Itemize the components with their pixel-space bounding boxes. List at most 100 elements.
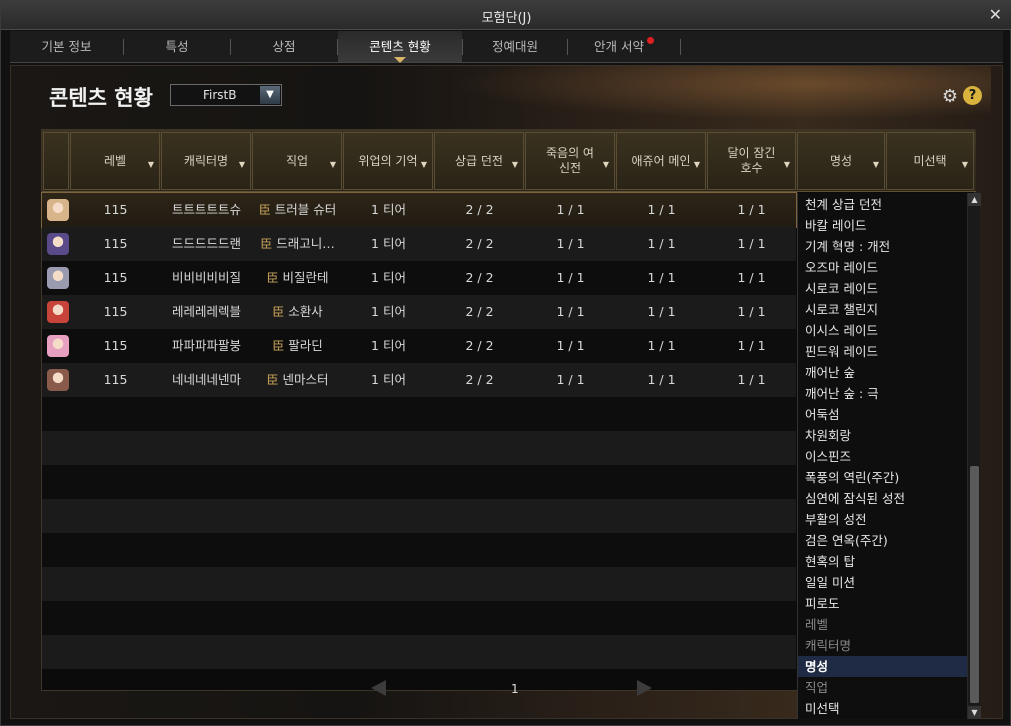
tab-fog-oath[interactable]: 안개 서약 xyxy=(568,31,680,62)
cell-azure-main: 1 / 1 xyxy=(647,270,676,285)
cell-memory: 1 티어 xyxy=(371,372,406,387)
cell-goddess-temple: 1 / 1 xyxy=(556,372,585,387)
table-row[interactable]: 115 트트트트트슈 ⾂ 트러블 슈터 1 티어 2 / 2 1 / 1 1 / 1 1 / 1 xyxy=(41,192,797,228)
cell-goddess-temple: 1 / 1 xyxy=(556,236,585,251)
dropdown-scrollbar[interactable]: ▲ ▼ xyxy=(967,193,981,719)
dropdown-item[interactable]: 심연에 잠식된 성전 xyxy=(798,488,968,509)
dropdown-item[interactable]: 명성 xyxy=(798,656,968,677)
cell-character-name: 트트트트트슈 xyxy=(171,202,241,217)
dropdown-item[interactable]: 핀드워 레이드 xyxy=(798,341,968,362)
dropdown-item[interactable]: 레벨 xyxy=(798,614,968,635)
column-dropdown-list[interactable]: 천계 상급 던전 바칼 레이드 기계 혁명 : 개전 오즈마 레이드 시로코 레이드 시로… xyxy=(797,193,968,719)
col-advanced-dungeon-label: 상급 던전 xyxy=(455,153,503,168)
tab-shop[interactable]: 상점 xyxy=(231,31,337,62)
dropdown-item[interactable]: 차원회랑 xyxy=(798,425,968,446)
col-goddess-temple[interactable]: 죽음의 여신전 ▼ xyxy=(525,132,615,190)
job-label: 트러블 슈터 xyxy=(274,202,337,217)
dropdown-item[interactable]: 부활의 성전 xyxy=(798,509,968,530)
table-row[interactable]: 115 비비비비비질 ⾂ 비질란테 1 티어 2 / 2 1 / 1 1 / 1 1 / 1 xyxy=(42,261,796,295)
tab-traits[interactable]: 특성 xyxy=(124,31,230,62)
next-page-icon[interactable] xyxy=(637,680,652,696)
col-memory-label: 위업의 기억 xyxy=(358,153,418,168)
dropdown-item[interactable]: 시로코 레이드 xyxy=(798,278,968,299)
col-fame[interactable]: 명성 ▼ xyxy=(797,132,885,190)
dropdown-item[interactable]: 피로도 xyxy=(798,593,968,614)
dropdown-item[interactable]: 미선택 xyxy=(798,698,968,719)
dropdown-item[interactable]: 천계 상급 던전 xyxy=(798,194,968,215)
cell-goddess-temple: 1 / 1 xyxy=(556,202,585,217)
cell-job: ⾂ 소환사 xyxy=(252,295,343,329)
cell-goddess-temple: 1 / 1 xyxy=(556,304,585,319)
table-row xyxy=(42,465,796,499)
scroll-down-icon[interactable]: ▼ xyxy=(968,706,981,719)
prev-page-icon[interactable] xyxy=(371,680,386,696)
chevron-down-icon: ▼ xyxy=(511,160,518,169)
cell-advanced-dungeon: 2 / 2 xyxy=(465,372,494,387)
scroll-up-icon[interactable]: ▲ xyxy=(968,193,981,206)
col-job[interactable]: 직업 ▼ xyxy=(252,132,342,190)
character-select[interactable]: FirstB ▼ xyxy=(170,84,282,106)
table-row xyxy=(42,431,796,465)
col-azure-main[interactable]: 애쥬어 메인 ▼ xyxy=(616,132,706,190)
avatar xyxy=(47,199,69,221)
cell-advanced-dungeon: 2 / 2 xyxy=(465,202,494,217)
chevron-down-icon: ▼ xyxy=(238,160,245,169)
col-character-name[interactable]: 캐릭터명 ▼ xyxy=(161,132,251,190)
dropdown-item[interactable]: 현혹의 탑 xyxy=(798,551,968,572)
avatar xyxy=(47,335,69,357)
close-icon[interactable]: ✕ xyxy=(989,5,1002,24)
tab-content-status[interactable]: 콘텐츠 현황 xyxy=(338,31,462,63)
table-row[interactable]: 115 레레레레렉블 ⾂ 소환사 1 티어 2 / 2 1 / 1 1 / 1 1 / 1 xyxy=(42,295,796,329)
table-row[interactable]: 115 파파파파팔붕 ⾂ 팔라딘 1 티어 2 / 2 1 / 1 1 / 1 1 / 1 xyxy=(42,329,796,363)
gear-icon[interactable]: ⚙ xyxy=(942,86,958,107)
dropdown-item[interactable]: 깨어난 숲 : 극 xyxy=(798,383,968,404)
cell-job: ⾂ 팔라딘 xyxy=(252,329,343,363)
col-memory[interactable]: 위업의 기억 ▼ xyxy=(343,132,433,190)
col-moon-lake[interactable]: 달이 잠긴 호수 ▼ xyxy=(707,132,796,190)
tab-elite-members[interactable]: 정예대원 xyxy=(463,31,567,62)
table-header: 레벨 ▼ 캐릭터명 ▼ 직업 ▼ 위업의 기억 ▼ 상급 던전 ▼ 죽음의 여신전 ▼ 애쥬… xyxy=(42,130,976,192)
help-icon[interactable]: ? xyxy=(963,86,982,105)
col-advanced-dungeon[interactable]: 상급 던전 ▼ xyxy=(434,132,524,190)
chevron-down-icon: ▼ xyxy=(329,160,336,169)
avatar xyxy=(47,233,69,255)
dropdown-item[interactable]: 바칼 레이드 xyxy=(798,215,968,236)
dropdown-item[interactable]: 이시스 레이드 xyxy=(798,320,968,341)
cell-memory: 1 티어 xyxy=(371,338,406,353)
dropdown-item[interactable]: 어둑섬 xyxy=(798,404,968,425)
job-icon: ⾂ xyxy=(272,339,285,353)
cell-character-name: 레레레레렉블 xyxy=(171,304,241,319)
banner-decoration xyxy=(391,66,991,126)
col-azure-main-label: 애쥬어 메인 xyxy=(631,153,691,168)
adventure-window: 모험단(J) ✕ 기본 정보 특성 상점 콘텐츠 현황 정예대원 안개 서약 콘… xyxy=(0,0,1011,726)
chevron-down-icon: ▼ xyxy=(693,160,700,169)
dropdown-item[interactable]: 일일 미션 xyxy=(798,572,968,593)
table-row[interactable]: 115 드드드드드랜 ⾂ 드래고니… 1 티어 2 / 2 1 / 1 1 / 1 1 / 1 xyxy=(42,227,796,261)
dropdown-item[interactable]: 기계 혁명 : 개전 xyxy=(798,236,968,257)
col-moon-lake-label: 달이 잠긴 호수 xyxy=(727,146,776,175)
col-unselected[interactable]: 미선택 ▼ xyxy=(886,132,974,190)
cell-level: 115 xyxy=(103,372,128,387)
table-row[interactable]: 115 네네네네넨마 ⾂ 넨마스터 1 티어 2 / 2 1 / 1 1 / 1 1 / 1 xyxy=(42,363,796,397)
chevron-down-icon[interactable]: ▼ xyxy=(260,86,280,104)
title-bar[interactable]: 모험단(J) ✕ xyxy=(1,1,1011,30)
cell-advanced-dungeon: 2 / 2 xyxy=(465,270,494,285)
dropdown-item[interactable]: 깨어난 숲 xyxy=(798,362,968,383)
scroll-thumb[interactable] xyxy=(970,466,979,703)
tab-basic-info[interactable]: 기본 정보 xyxy=(10,31,123,62)
cell-character-name: 파파파파팔붕 xyxy=(171,338,241,353)
dropdown-item[interactable]: 폭풍의 역린(주간) xyxy=(798,467,968,488)
dropdown-item[interactable]: 캐릭터명 xyxy=(798,635,968,656)
cell-job: ⾂ 비질란테 xyxy=(252,261,343,295)
cell-moon-lake: 1 / 1 xyxy=(737,372,766,387)
dropdown-item[interactable]: 직업 xyxy=(798,677,968,698)
cell-level: 115 xyxy=(103,270,128,285)
chevron-down-icon: ▼ xyxy=(872,160,879,169)
dropdown-item[interactable]: 검은 연옥(주간) xyxy=(798,530,968,551)
dropdown-item[interactable]: 이스핀즈 xyxy=(798,446,968,467)
job-icon: ⾂ xyxy=(266,373,279,387)
content-table: 레벨 ▼ 캐릭터명 ▼ 직업 ▼ 위업의 기억 ▼ 상급 던전 ▼ 죽음의 여신전 ▼ 애쥬… xyxy=(41,129,981,719)
dropdown-item[interactable]: 시로코 챌린지 xyxy=(798,299,968,320)
dropdown-item[interactable]: 오즈마 레이드 xyxy=(798,257,968,278)
col-level[interactable]: 레벨 ▼ xyxy=(70,132,160,190)
